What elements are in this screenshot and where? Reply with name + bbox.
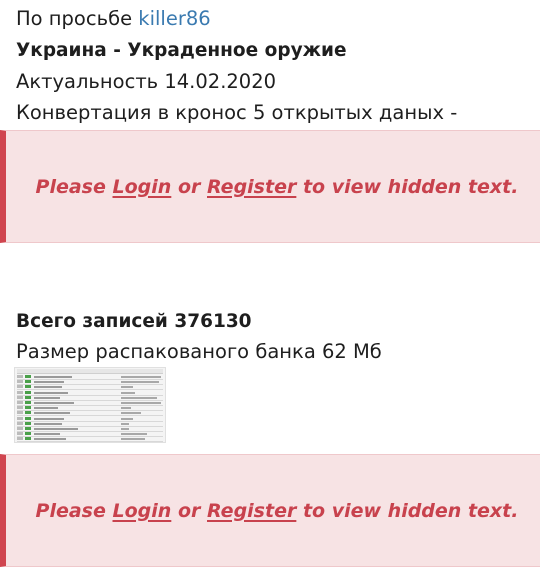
hidden-suffix: to view hidden text. bbox=[302, 175, 519, 198]
preview-row-value bbox=[121, 376, 161, 378]
user-link-killer86[interactable]: killer86 bbox=[138, 7, 210, 30]
request-prefix: По просьбе bbox=[16, 7, 133, 30]
preview-row-marker bbox=[25, 411, 31, 415]
preview-row-number bbox=[17, 411, 23, 415]
preview-row-name bbox=[34, 396, 60, 399]
preview-row-value bbox=[121, 438, 145, 441]
preview-header-row bbox=[17, 369, 163, 374]
preview-row-number bbox=[17, 375, 23, 378]
total-records: Всего записей 376130 bbox=[16, 311, 252, 332]
unpacked-size: Размер распакованого банка 62 Мб bbox=[16, 340, 382, 363]
preview-row-marker bbox=[25, 395, 31, 399]
preview-row-marker bbox=[25, 432, 31, 436]
preview-row-value bbox=[121, 396, 157, 399]
forum-post: По просьбе killer86 Украина - Украденное… bbox=[0, 0, 540, 587]
preview-row-name bbox=[34, 391, 68, 394]
preview-row-value bbox=[121, 428, 129, 430]
preview-row-marker bbox=[25, 437, 31, 441]
preview-row-number bbox=[17, 432, 23, 436]
preview-row-value bbox=[121, 402, 161, 404]
hidden-please: Please bbox=[35, 175, 106, 198]
hidden-content-box: Please Login or Register to view hidden … bbox=[0, 130, 540, 243]
preview-row-number bbox=[17, 385, 23, 389]
preview-row-number bbox=[17, 421, 23, 425]
post-title: Украина - Украденное оружие bbox=[16, 40, 347, 61]
preview-row-name bbox=[34, 422, 62, 425]
preview-row-number bbox=[17, 380, 23, 384]
login-link-2[interactable]: Login bbox=[113, 500, 172, 522]
preview-row-value bbox=[121, 391, 135, 394]
preview-row-name bbox=[34, 407, 58, 410]
preview-row-number bbox=[17, 416, 23, 420]
preview-row-value bbox=[121, 412, 141, 415]
hidden-suffix-2: to view hidden text. bbox=[302, 499, 519, 522]
hidden-please-2: Please bbox=[35, 499, 106, 522]
register-link-2[interactable]: Register bbox=[207, 500, 296, 522]
preview-row-value bbox=[121, 386, 133, 389]
preview-row-value bbox=[121, 433, 147, 436]
preview-row-number bbox=[17, 395, 23, 399]
preview-row-number bbox=[17, 427, 23, 430]
preview-row-number bbox=[17, 406, 23, 410]
preview-row-value bbox=[121, 422, 129, 425]
hidden-content-box-2: Please Login or Register to view hidden … bbox=[0, 454, 540, 567]
preview-row-name bbox=[34, 428, 78, 430]
register-link[interactable]: Register bbox=[207, 176, 296, 198]
preview-row-name bbox=[34, 433, 60, 436]
preview-row-value bbox=[121, 407, 131, 410]
preview-row-marker bbox=[25, 401, 31, 404]
preview-row-marker bbox=[25, 416, 31, 420]
conversion-note: Конвертация в кронос 5 открытых даных - bbox=[16, 101, 458, 124]
hidden-content-message-2: Please Login or Register to view hidden … bbox=[36, 500, 519, 522]
preview-row-marker bbox=[25, 427, 31, 430]
preview-row-marker bbox=[25, 375, 31, 378]
spreadsheet-preview-image[interactable] bbox=[14, 367, 166, 443]
preview-row-marker bbox=[25, 390, 31, 394]
preview-row-value bbox=[121, 417, 133, 420]
preview-row-marker bbox=[25, 380, 31, 384]
preview-row-marker bbox=[25, 421, 31, 425]
preview-row-name bbox=[34, 402, 74, 404]
preview-row-name bbox=[34, 386, 62, 389]
request-line: По просьбе killer86 bbox=[16, 6, 211, 32]
hidden-or: or bbox=[177, 175, 201, 198]
actuality-date: Актуальность 14.02.2020 bbox=[16, 70, 277, 93]
preview-row bbox=[17, 437, 163, 442]
preview-row-name bbox=[34, 417, 64, 420]
login-link[interactable]: Login bbox=[113, 176, 172, 198]
preview-row-marker bbox=[25, 406, 31, 410]
preview-row-number bbox=[17, 437, 23, 441]
preview-row-name bbox=[34, 438, 66, 441]
hidden-or-2: or bbox=[177, 499, 201, 522]
preview-row-number bbox=[17, 401, 23, 404]
preview-row-value bbox=[121, 381, 159, 384]
hidden-content-message: Please Login or Register to view hidden … bbox=[36, 176, 519, 198]
preview-row-name bbox=[34, 381, 64, 384]
preview-row-name bbox=[34, 412, 70, 415]
preview-row-name bbox=[34, 376, 72, 378]
preview-row-marker bbox=[25, 385, 31, 389]
preview-row-number bbox=[17, 390, 23, 394]
